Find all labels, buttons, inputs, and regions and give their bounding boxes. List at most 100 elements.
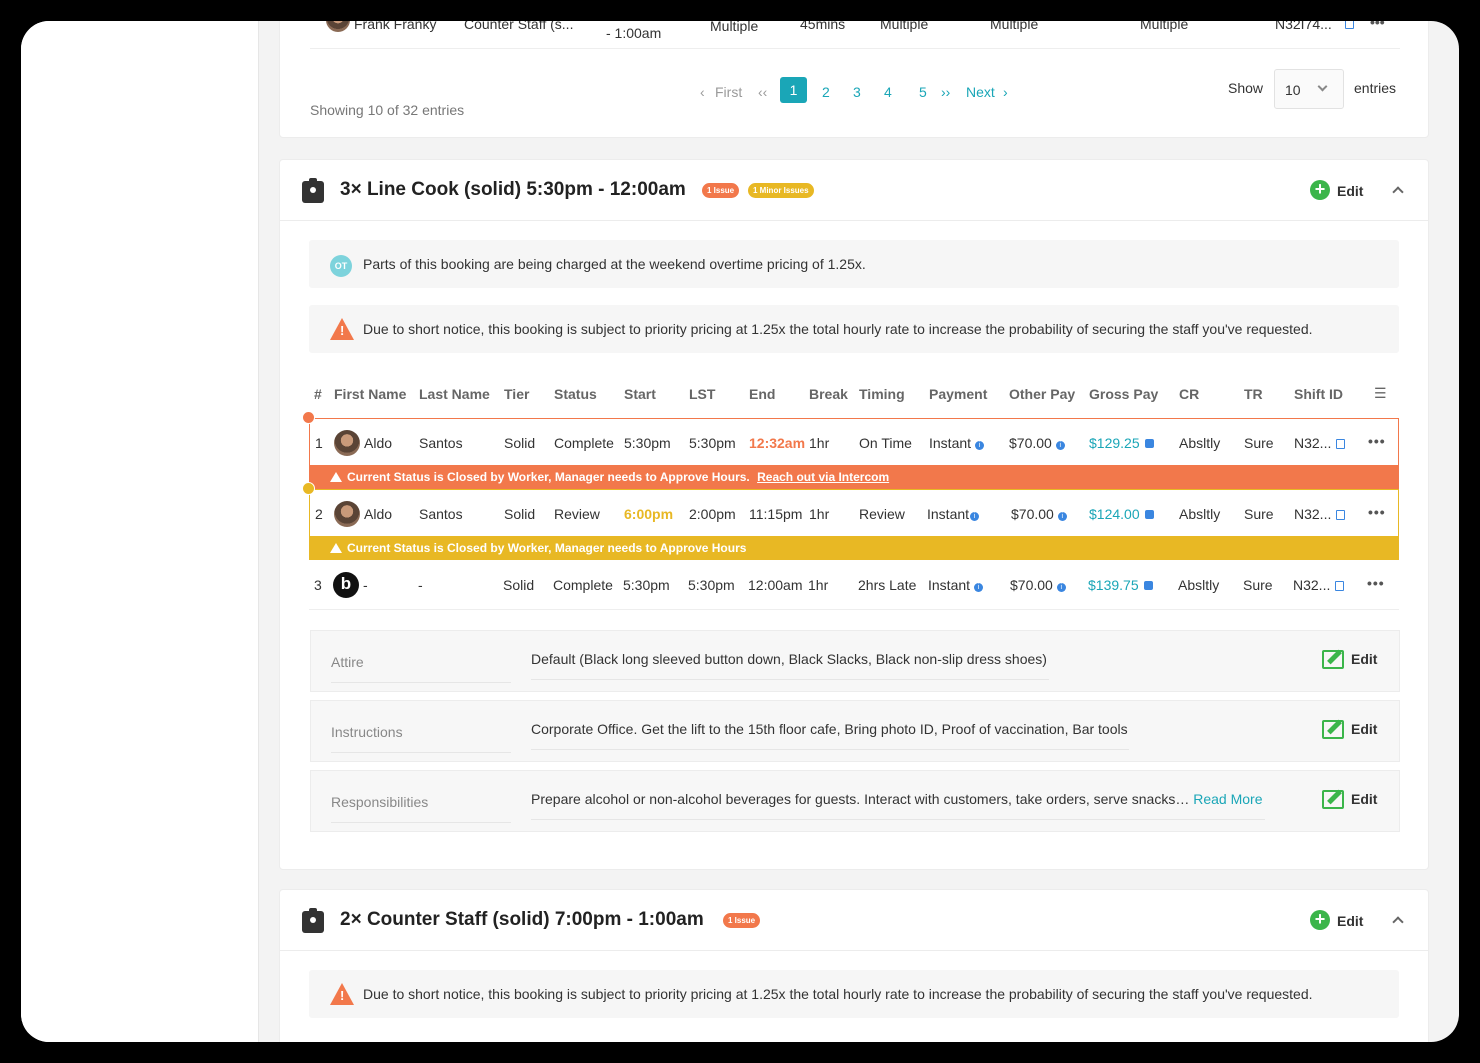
info-icon[interactable]: i <box>1056 583 1066 592</box>
edit-icon[interactable] <box>1322 720 1344 739</box>
instructions-text: Corporate Office. Get the lift to the 15… <box>531 721 1128 737</box>
first-chevron-icon[interactable]: ‹ <box>700 84 705 100</box>
pagination-page-2[interactable]: 2 <box>822 84 830 100</box>
col-gross-pay[interactable]: Gross Pay <box>1089 386 1158 402</box>
other-pay-value: $70.00 <box>1011 506 1054 522</box>
col-cr[interactable]: CR <box>1179 386 1199 402</box>
entries-label: entries <box>1354 80 1397 96</box>
copy-icon[interactable] <box>1336 510 1346 520</box>
read-more-link[interactable]: Read More <box>1193 791 1262 807</box>
gross-pay[interactable]: $129.25 <box>1089 435 1154 451</box>
issue-badge: 1 Issue <box>702 183 740 198</box>
responsibilities-value: Prepare alcohol or non-alcohol beverages… <box>531 791 1265 820</box>
pagination-first[interactable]: First <box>715 84 742 100</box>
booking-card-line-cook: 3× Line Cook (solid) 5:30pm - 12:00am 1 … <box>279 159 1429 870</box>
more-icon[interactable]: ••• <box>1368 433 1386 449</box>
col-tier[interactable]: Tier <box>504 386 529 402</box>
more-icon[interactable]: ••• <box>1368 504 1386 520</box>
info-icon[interactable]: i <box>975 441 985 450</box>
col-break[interactable]: Break <box>809 386 848 402</box>
prev-booking-card: Frank Franky Counter Staff (s... - 1:00a… <box>279 21 1429 138</box>
chevron-up-icon[interactable] <box>1392 916 1404 928</box>
cr: Absltly <box>1178 577 1220 593</box>
col-end[interactable]: End <box>749 386 775 402</box>
dropdown-icon[interactable] <box>1143 581 1153 590</box>
intercom-link[interactable]: Reach out via Intercom <box>757 470 889 484</box>
col-lst[interactable]: LST <box>689 386 715 402</box>
edit-icon[interactable] <box>1322 790 1344 809</box>
info-icon[interactable]: i <box>1055 441 1065 450</box>
instructions-edit-button[interactable]: Edit <box>1351 721 1377 737</box>
pagination-next-arrows[interactable]: ›› <box>941 84 950 100</box>
col-last-name[interactable]: Last Name <box>419 386 490 402</box>
first-name: Aldo <box>364 506 393 522</box>
timing: On Time <box>859 435 912 451</box>
dropdown-icon[interactable] <box>1144 510 1154 519</box>
col-start[interactable]: Start <box>624 386 656 402</box>
left-sidebar <box>21 21 259 1042</box>
pagination-page-1[interactable]: 1 <box>780 77 807 103</box>
next-chevron-icon[interactable]: › <box>1003 84 1008 100</box>
col-other-pay[interactable]: Other Pay <box>1009 386 1075 402</box>
table-row[interactable]: 3 b - - Solid Complete 5:30pm 5:30pm 12:… <box>309 560 1399 610</box>
priority-notice: Due to short notice, this booking is sub… <box>309 970 1399 1018</box>
col-timing[interactable]: Timing <box>859 386 905 402</box>
col-status[interactable]: Status <box>554 386 597 402</box>
more-icon[interactable]: ••• <box>1367 575 1385 591</box>
status: Review <box>554 506 600 522</box>
pagination-page-5[interactable]: 5 <box>919 84 927 100</box>
info-icon[interactable]: i <box>974 583 984 592</box>
gross-pay[interactable]: $139.75 <box>1088 577 1153 593</box>
clipboard-icon <box>302 908 324 933</box>
priority-notice: Due to short notice, this booking is sub… <box>309 305 1399 353</box>
dropdown-icon[interactable] <box>1144 439 1154 448</box>
warning-icon <box>330 543 342 553</box>
edit-icon[interactable] <box>1322 650 1344 669</box>
brand-logo-icon: b <box>333 572 359 598</box>
worker-avatar[interactable] <box>334 430 360 456</box>
add-icon[interactable]: + <box>1310 910 1330 930</box>
col-payment[interactable]: Payment <box>929 386 987 402</box>
responsibilities-edit-button[interactable]: Edit <box>1351 791 1377 807</box>
worker-avatar[interactable] <box>334 501 360 527</box>
copy-icon[interactable] <box>1336 439 1346 449</box>
overtime-icon: OT <box>330 255 352 277</box>
pagination-next[interactable]: Next <box>966 84 995 100</box>
cr: Absltly <box>1179 506 1221 522</box>
attire-edit-button[interactable]: Edit <box>1351 651 1377 667</box>
chevron-up-icon[interactable] <box>1392 186 1404 198</box>
tr: Sure <box>1243 577 1273 593</box>
start: 5:30pm <box>624 435 671 451</box>
col-shift-id[interactable]: Shift ID <box>1294 386 1343 402</box>
status: Complete <box>553 577 613 593</box>
add-icon[interactable]: + <box>1310 180 1330 200</box>
show-label: Show <box>1228 80 1264 96</box>
copy-icon[interactable] <box>1335 581 1345 591</box>
shift-id-value: N32... <box>1293 577 1331 593</box>
pagination-page-4[interactable]: 4 <box>884 84 892 100</box>
warning-icon <box>330 983 354 1005</box>
overtime-notice: OT Parts of this booking are being charg… <box>309 240 1399 288</box>
instructions-label: Instructions <box>331 724 511 753</box>
info-icon[interactable]: i <box>1057 512 1067 521</box>
col-tr[interactable]: TR <box>1244 386 1263 402</box>
pagination-prev[interactable]: ‹‹ <box>758 84 767 100</box>
col-first-name[interactable]: First Name <box>334 386 406 402</box>
table-row[interactable]: 1 Aldo Santos Solid Complete 5:30pm 5:30… <box>309 418 1399 465</box>
pagination-page-3[interactable]: 3 <box>853 84 861 100</box>
column-settings-icon[interactable]: ☰ <box>1374 385 1387 402</box>
timing: Review <box>859 506 905 522</box>
first-name: - <box>363 577 368 593</box>
booking-edit-button[interactable]: Edit <box>1337 183 1363 199</box>
table-row[interactable]: 2 Aldo Santos Solid Review 6:00pm 2:00pm… <box>309 489 1399 536</box>
other-pay-value: $70.00 <box>1009 435 1052 451</box>
booking-edit-button[interactable]: Edit <box>1337 913 1363 929</box>
row-num: 1 <box>315 435 323 451</box>
gross-pay-value: $139.75 <box>1088 577 1139 593</box>
attire-text: Default (Black long sleeved button down,… <box>531 651 1047 667</box>
gross-pay[interactable]: $124.00 <box>1089 506 1154 522</box>
break: 1hr <box>809 506 830 522</box>
info-icon[interactable]: i <box>970 512 980 521</box>
entries-select[interactable]: 10 <box>1274 69 1344 109</box>
tr: Sure <box>1244 506 1274 522</box>
